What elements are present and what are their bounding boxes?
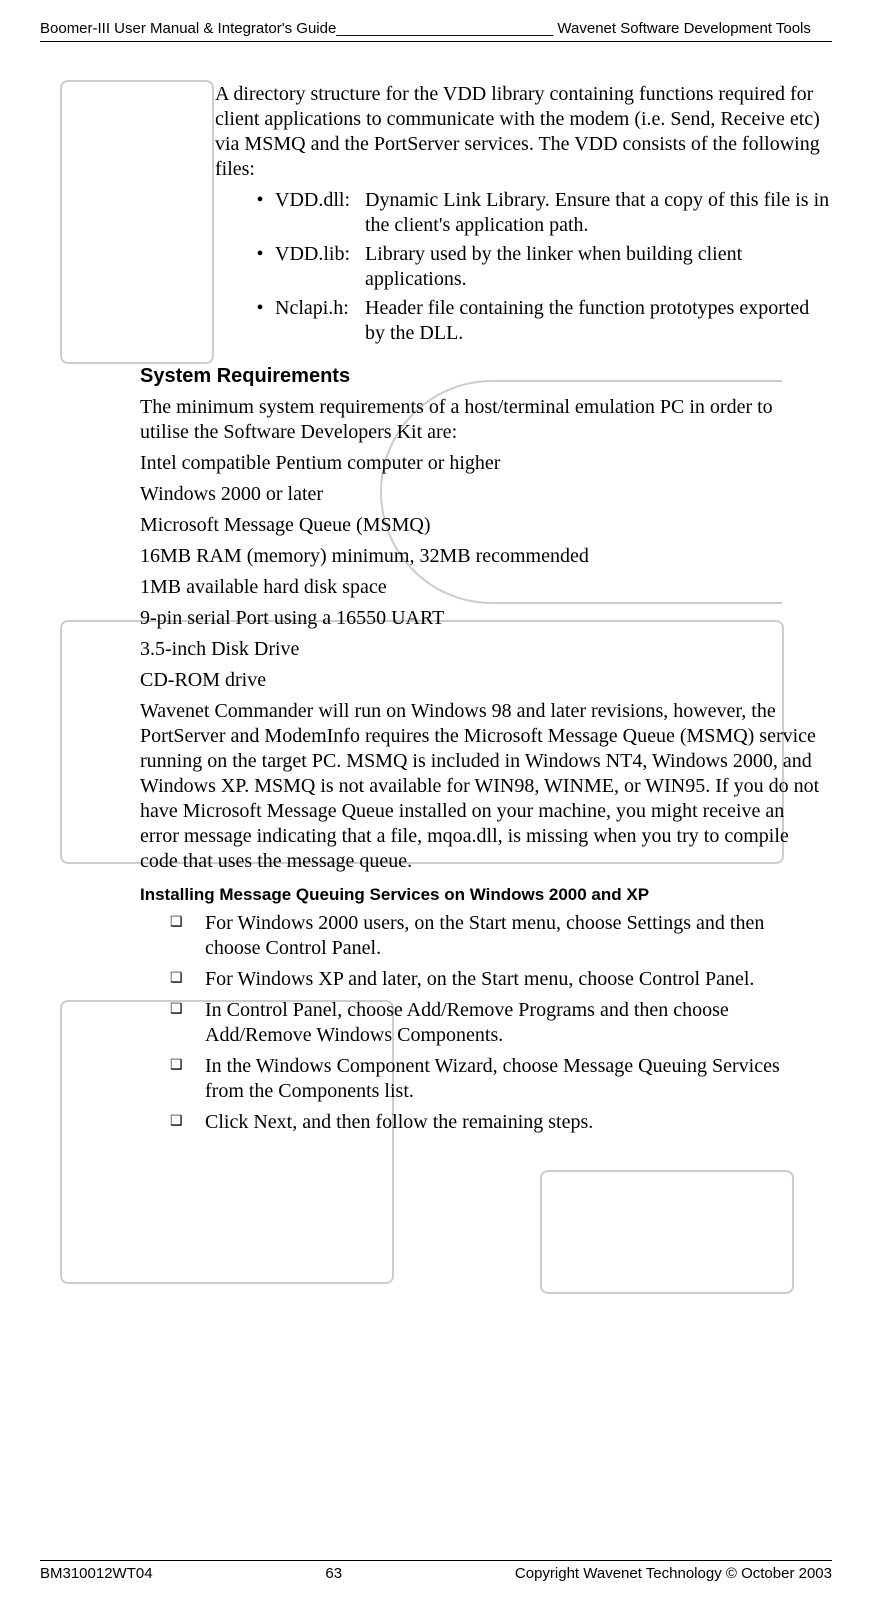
- page-footer: BM310012WT04 63 Copyright Wavenet Techno…: [40, 1560, 832, 1584]
- req-item: Intel compatible Pentium computer or hig…: [140, 451, 822, 476]
- bullet-icon: •: [245, 188, 275, 238]
- req-item: 1MB available hard disk space: [140, 575, 822, 600]
- header-right: Wavenet Software Development Tools: [553, 20, 811, 37]
- file-item: • VDD.lib: Library used by the linker wh…: [245, 242, 832, 292]
- step-item: ❑ In the Windows Component Wizard, choos…: [170, 1054, 822, 1104]
- file-desc: Header file containing the function prot…: [365, 296, 832, 346]
- req-item: Windows 2000 or later: [140, 482, 822, 507]
- step-item: ❑ For Windows XP and later, on the Start…: [170, 967, 822, 992]
- checkbox-icon: ❑: [170, 1054, 205, 1104]
- req-item: CD-ROM drive: [140, 668, 822, 693]
- file-item: • Nclapi.h: Header file containing the f…: [245, 296, 832, 346]
- step-text: For Windows 2000 users, on the Start men…: [205, 911, 822, 961]
- req-item: 16MB RAM (memory) minimum, 32MB recommen…: [140, 544, 822, 569]
- step-text: Click Next, and then follow the remainin…: [205, 1110, 822, 1135]
- step-text: For Windows XP and later, on the Start m…: [205, 967, 822, 992]
- install-heading: Installing Message Queuing Services on W…: [140, 884, 822, 905]
- step-item: ❑ In Control Panel, choose Add/Remove Pr…: [170, 998, 822, 1048]
- sysreq-intro: The minimum system requirements of a hos…: [140, 395, 822, 445]
- header-left: Boomer-III User Manual & Integrator's Gu…: [40, 20, 553, 37]
- checkbox-icon: ❑: [170, 967, 205, 992]
- req-item: Microsoft Message Queue (MSMQ): [140, 513, 822, 538]
- bullet-icon: •: [245, 242, 275, 292]
- system-requirements-heading: System Requirements: [140, 364, 822, 389]
- file-name: VDD.dll:: [275, 188, 365, 238]
- step-text: In Control Panel, choose Add/Remove Prog…: [205, 998, 822, 1048]
- file-item: • VDD.dll: Dynamic Link Library. Ensure …: [245, 188, 832, 238]
- page-header: Boomer-III User Manual & Integrator's Gu…: [40, 20, 832, 42]
- file-desc: Library used by the linker when building…: [365, 242, 832, 292]
- checkbox-icon: ❑: [170, 998, 205, 1048]
- bullet-icon: •: [245, 296, 275, 346]
- file-name: VDD.lib:: [275, 242, 365, 292]
- footer-left: BM310012WT04: [40, 1565, 153, 1584]
- file-desc: Dynamic Link Library. Ensure that a copy…: [365, 188, 832, 238]
- intro-paragraph: A directory structure for the VDD librar…: [215, 82, 832, 182]
- footer-page-number: 63: [325, 1565, 342, 1584]
- commander-paragraph: Wavenet Commander will run on Windows 98…: [140, 699, 822, 874]
- req-item: 3.5-inch Disk Drive: [140, 637, 822, 662]
- file-name: Nclapi.h:: [275, 296, 365, 346]
- step-item: ❑ Click Next, and then follow the remain…: [170, 1110, 822, 1135]
- req-item: 9-pin serial Port using a 16550 UART: [140, 606, 822, 631]
- checkbox-icon: ❑: [170, 911, 205, 961]
- step-item: ❑ For Windows 2000 users, on the Start m…: [170, 911, 822, 961]
- checkbox-icon: ❑: [170, 1110, 205, 1135]
- footer-copyright: Copyright Wavenet Technology © October 2…: [515, 1565, 832, 1584]
- step-text: In the Windows Component Wizard, choose …: [205, 1054, 822, 1104]
